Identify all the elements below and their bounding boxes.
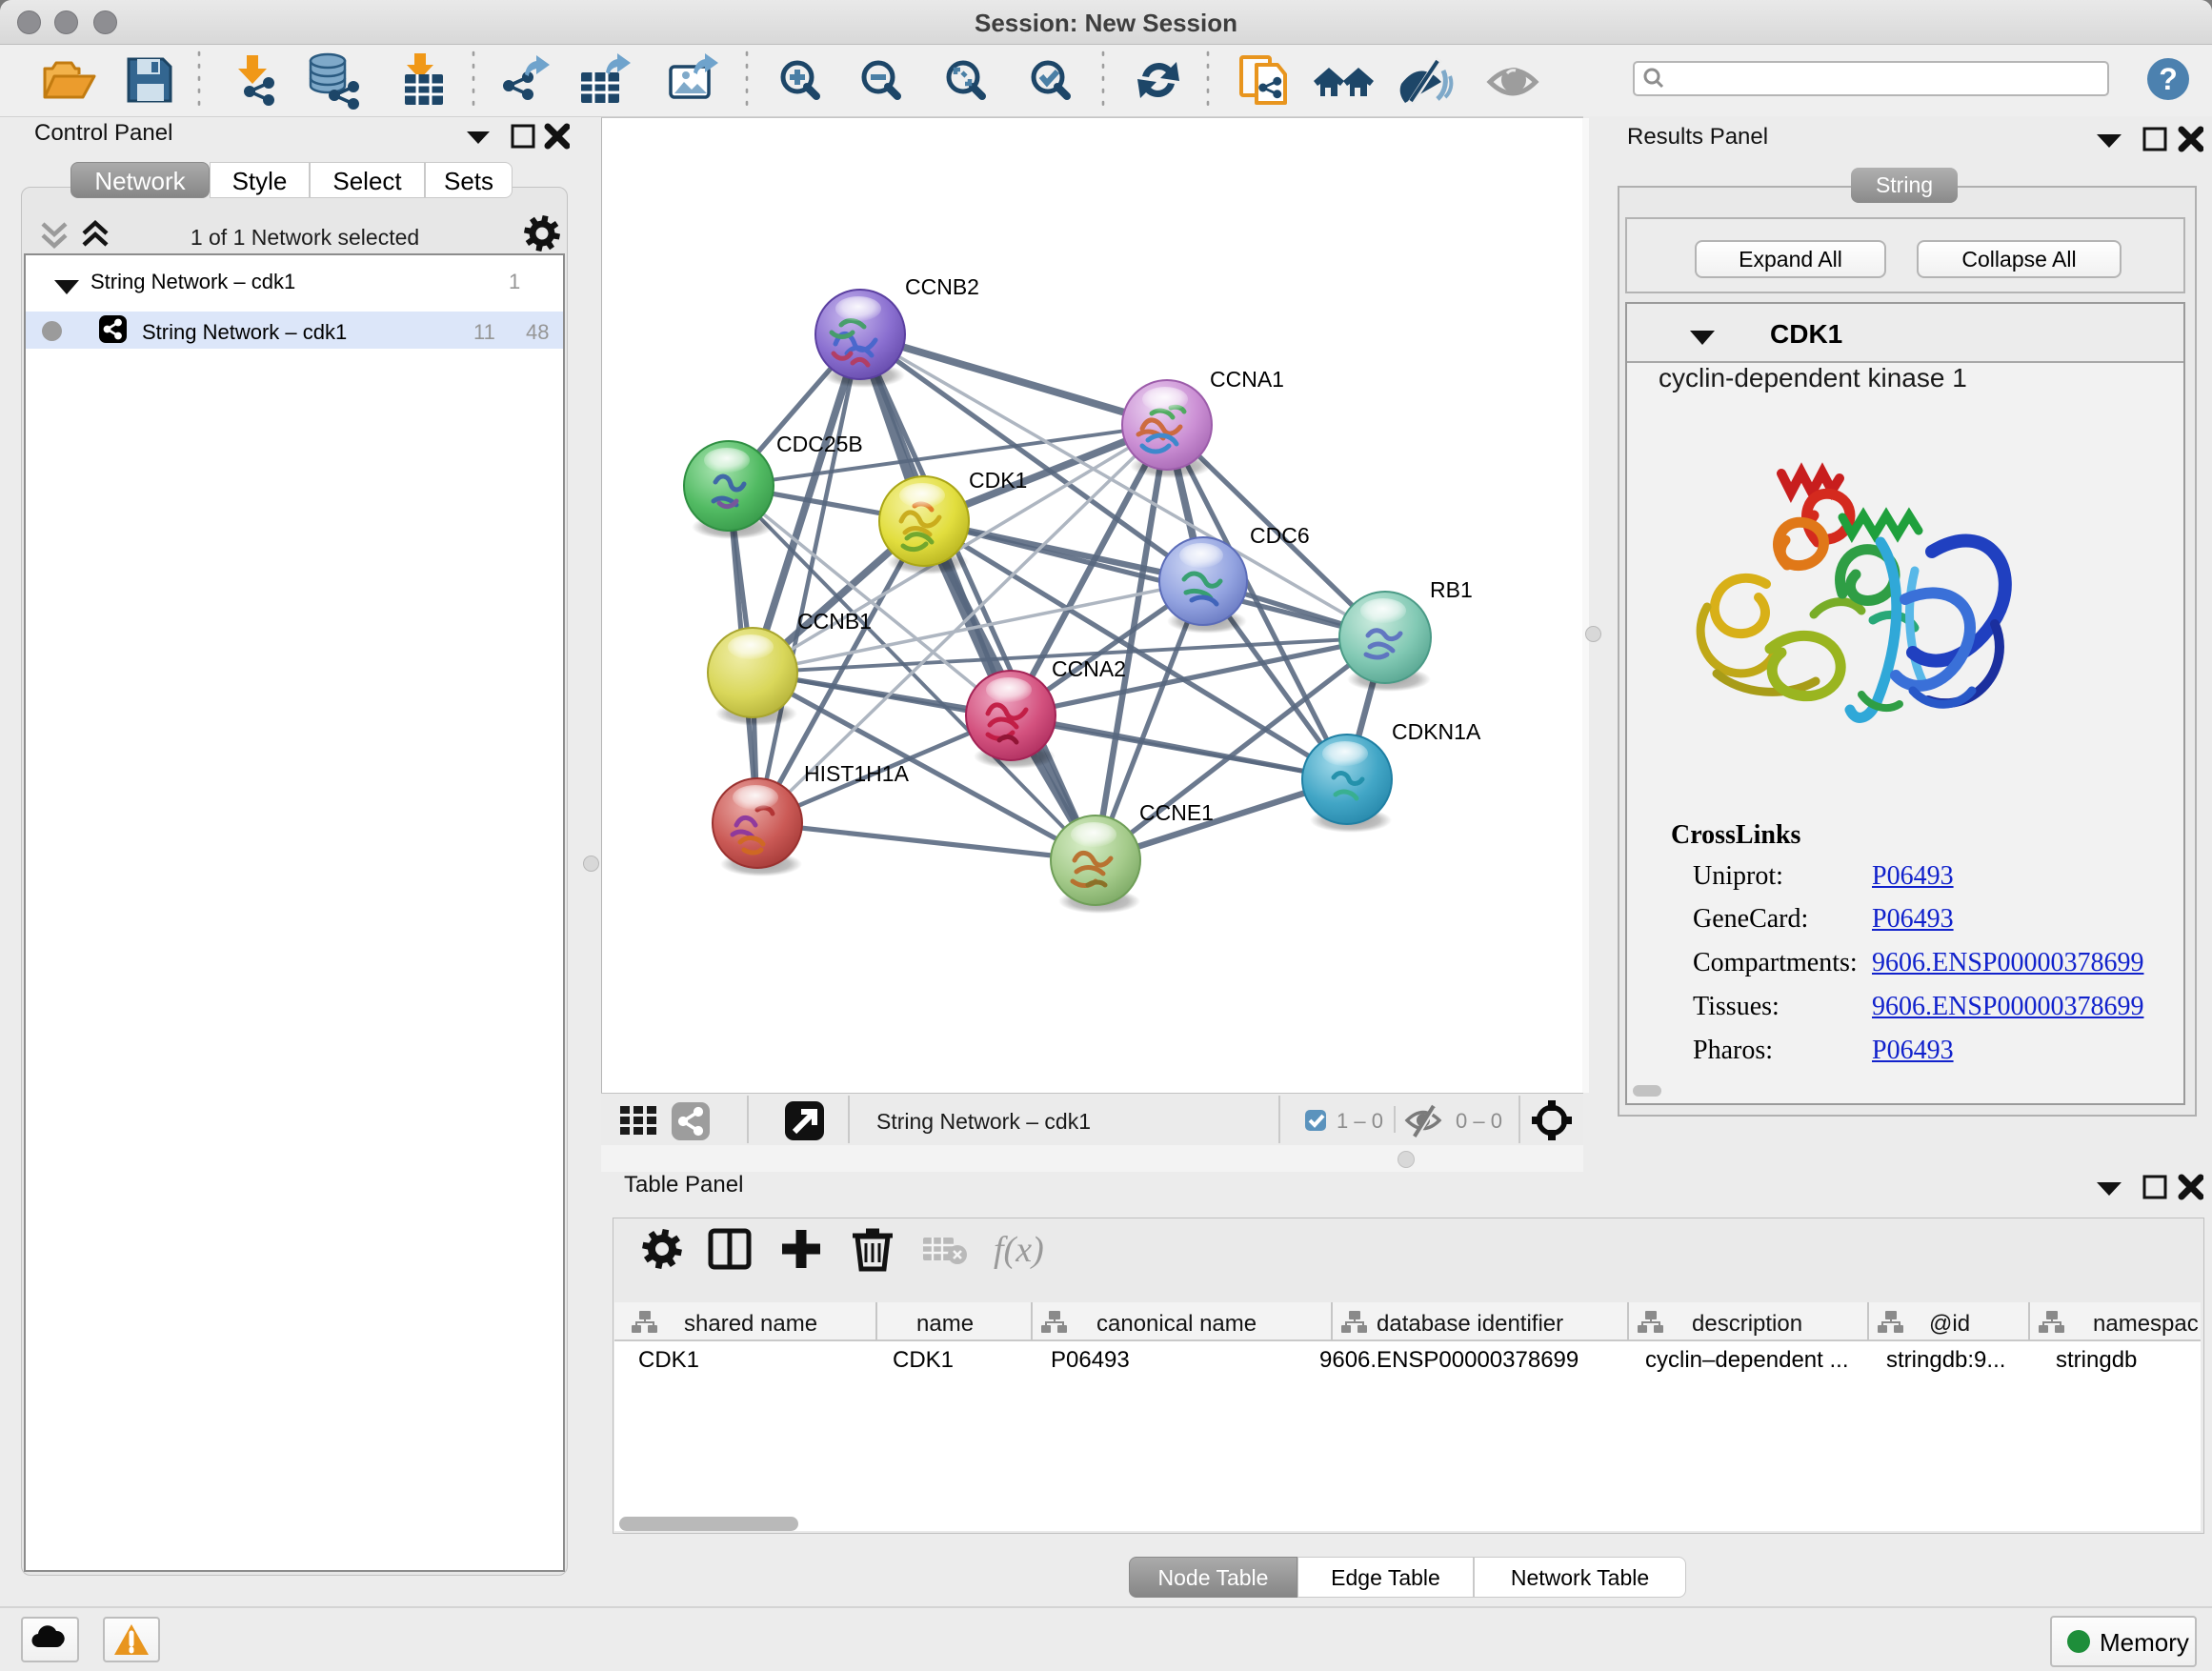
svg-text:CDC6: CDC6: [1250, 523, 1310, 548]
svg-text:database identifier: database identifier: [1377, 1311, 1563, 1337]
svg-text:?: ?: [2159, 62, 2178, 96]
svg-text:HIST1H1A: HIST1H1A: [804, 761, 910, 786]
svg-text:f(x): f(x): [994, 1230, 1044, 1270]
svg-text:description: description: [1692, 1311, 1802, 1337]
svg-text:CCNB1: CCNB1: [797, 609, 872, 634]
svg-text:shared name: shared name: [684, 1311, 817, 1337]
svg-text:CCNA2: CCNA2: [1052, 656, 1126, 681]
svg-text:namespac: namespac: [2093, 1311, 2199, 1337]
svg-text:canonical name: canonical name: [1096, 1311, 1257, 1337]
svg-text:CCNA1: CCNA1: [1210, 367, 1284, 392]
svg-text:RB1: RB1: [1430, 577, 1473, 602]
svg-text:CDKN1A: CDKN1A: [1392, 719, 1481, 744]
svg-text:0 – 0: 0 – 0: [1456, 1109, 1502, 1133]
svg-text:CCNB2: CCNB2: [905, 274, 979, 299]
svg-text:1 – 0: 1 – 0: [1337, 1109, 1383, 1133]
svg-text:CDK1: CDK1: [969, 468, 1027, 493]
svg-text:name: name: [916, 1311, 974, 1337]
svg-text:CCNE1: CCNE1: [1139, 800, 1214, 825]
svg-text:String Network – cdk1: String Network – cdk1: [876, 1109, 1091, 1134]
svg-text:CDC25B: CDC25B: [776, 432, 863, 456]
svg-text:@id: @id: [1929, 1311, 1970, 1337]
